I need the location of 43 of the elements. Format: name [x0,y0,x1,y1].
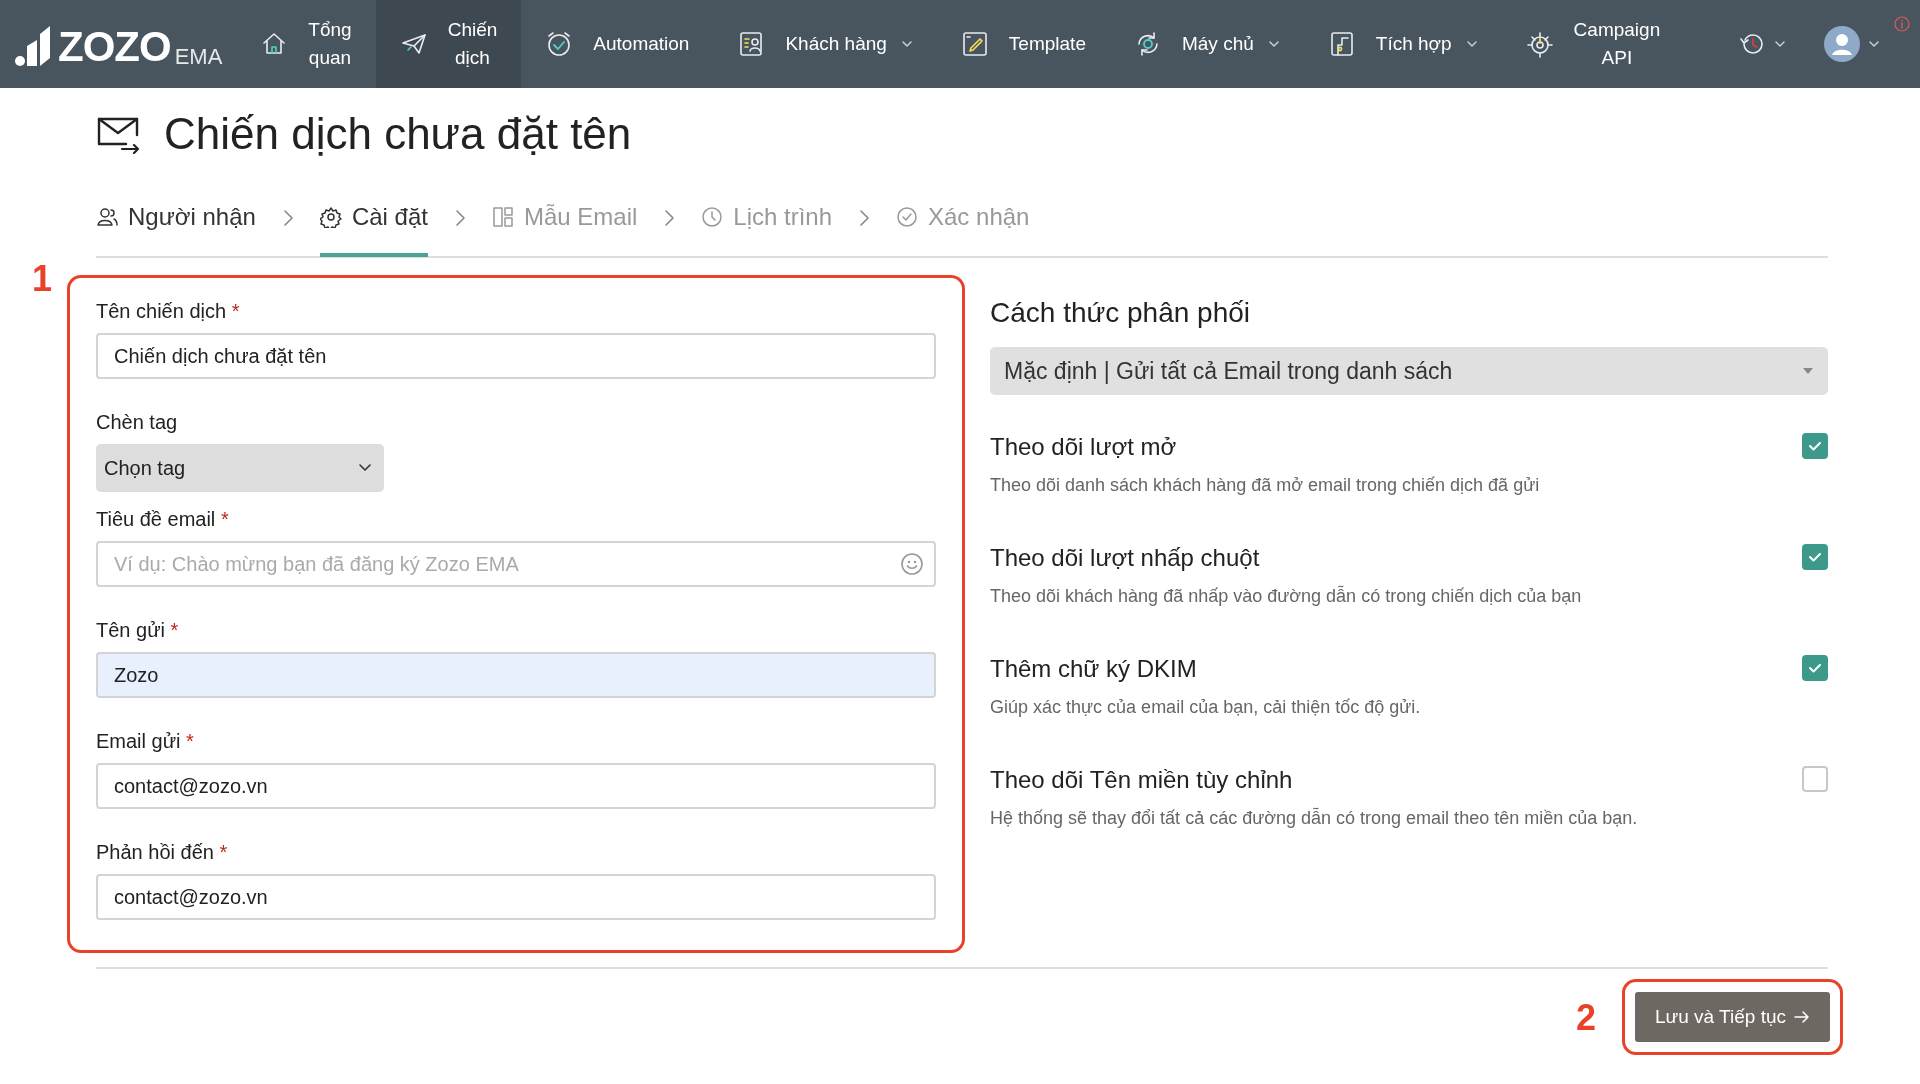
input-field[interactable]: Ví dụ: Chào mừng bạn đã đăng ký Zozo EMA [96,541,936,587]
nav-menu-item[interactable]: Khách hàng [713,0,937,88]
input-field[interactable]: Chiến dịch chưa đặt tên [96,333,936,379]
distribution-dropdown[interactable]: Mặc định | Gửi tất cả Email trong danh sách [990,347,1828,395]
nav-menu-item[interactable]: Campaign API [1501,0,1685,88]
field-label: Tên gửi * [96,619,180,642]
step-tab[interactable]: Cài đặt [319,181,428,257]
option-description: Hệ thống sẽ thay đổi tất cả các đường dẫn có trong email theo tên miền của bạn. [990,808,1639,829]
field-label: Phản hồi đến * [96,841,229,864]
logo-suffix-text: EMA [174,46,223,68]
nav-menu-item[interactable]: Tích hợp [1303,0,1502,88]
nav-menu-item[interactable]: Tổng quan [236,0,376,88]
logo-text: ZOZO [58,26,171,68]
tag-dropdown[interactable]: Chọn tag [96,444,384,492]
nav-menu-item[interactable]: Chiến dịch [375,0,522,88]
required-asterisk: * [231,300,240,322]
required-asterisk: * [219,841,228,863]
nav-menu-item[interactable]: Máy chủ [1109,0,1304,88]
required-asterisk: * [220,508,229,530]
field-label: Chèn tag [96,411,179,434]
input-field[interactable]: contact@zozo.vn [96,874,936,920]
field-label: Email gửi * [96,730,195,753]
required-asterisk: * [170,619,179,641]
annotation-number: 2 [1576,1000,1597,1036]
step-tab[interactable]: Người nhận [96,181,256,257]
option-description: Theo dõi khách hàng đã nhấp vào đường dẫn có trong chiến dịch của bạn [990,586,1583,607]
option-description: Giúp xác thực của email của bạn, cải thiện tốc độ gửi. [990,697,1422,718]
required-asterisk: * [186,730,194,752]
field-label: Tiêu đề email * [96,508,230,531]
save-continue-button[interactable]: Lưu và Tiếp tục [1635,992,1830,1042]
section-title: Cách thức phân phối [990,297,1252,329]
field-label: Tên chiến dịch * [96,300,241,323]
option-title: Thêm chữ ký DKIM [990,655,1198,683]
option-title: Theo dõi lượt mở [990,433,1178,461]
nav-menu-item[interactable]: Automation [521,0,714,88]
input-field[interactable]: Zozo [96,652,936,698]
page-title: Chiến dịch chưa đặt tên [164,109,632,159]
input-field[interactable]: contact@zozo.vn [96,763,936,809]
option-description: Theo dõi danh sách khách hàng đã mở email trong chiến dịch đã gửi [990,475,1541,496]
nav-menu-item[interactable]: Template [936,0,1110,88]
annotation-number: 1 [32,261,53,297]
option-title: Theo dõi lượt nhấp chuột [990,544,1261,572]
option-title: Theo dõi Tên miền tùy chỉnh [990,766,1294,794]
